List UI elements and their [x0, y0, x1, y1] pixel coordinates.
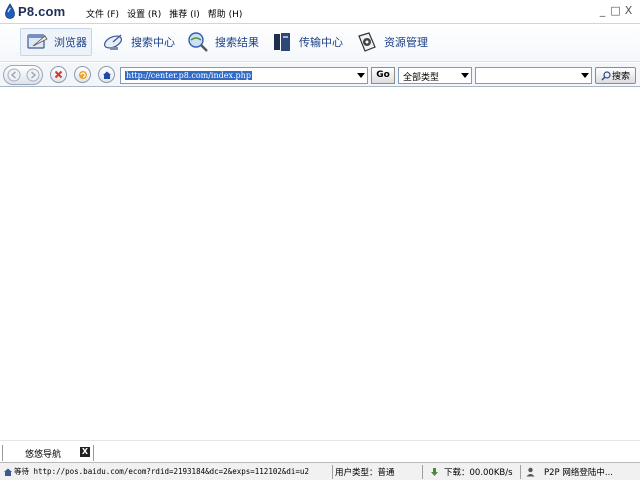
status-p2p: P2P 网络登陆中... — [544, 468, 613, 478]
page-tab[interactable]: 悠悠导航 X — [2, 445, 94, 461]
address-toolbar: http://center.p8.com/index.php Go 全部类型 搜… — [0, 63, 640, 87]
status-separator — [520, 465, 521, 479]
user-icon — [526, 467, 535, 477]
tab-search-results-label: 搜索结果 — [215, 36, 259, 49]
status-loading-text: 等待 http://pos.baidu.com/ecom?rdid=219318… — [14, 466, 330, 477]
tab-search-results[interactable]: 搜索结果 — [181, 28, 264, 56]
tab-resource-management-label: 资源管理 — [384, 36, 428, 49]
refresh-icon — [78, 70, 87, 79]
tab-transfer-center[interactable]: 传输中心 — [265, 28, 348, 56]
minimize-button[interactable]: _ — [597, 5, 608, 17]
app-logo-text: P8.com — [18, 3, 66, 19]
back-forward-group — [3, 65, 43, 85]
window-controls: _ □ X — [597, 5, 634, 17]
page-tab-strip: 悠悠导航 X — [0, 440, 640, 462]
page-tab-label: 悠悠导航 — [25, 449, 62, 460]
url-text: http://center.p8.com/index.php — [125, 71, 252, 80]
keyword-dropdown-arrow-icon — [581, 73, 589, 78]
tab-browser[interactable]: 浏览器 — [20, 28, 92, 56]
forward-arrow-icon[interactable] — [26, 68, 40, 82]
search-button[interactable]: 搜索 — [595, 67, 636, 84]
menu-recommend[interactable]: 推荐 (I) — [169, 7, 200, 20]
go-button[interactable]: Go — [371, 67, 395, 84]
search-button-label: 搜索 — [611, 72, 630, 82]
loading-globe-icon — [4, 468, 12, 476]
magnifier-globe-icon — [188, 32, 208, 52]
tab-browser-label: 浏览器 — [54, 36, 87, 49]
close-button[interactable]: X — [623, 5, 634, 17]
status-bar: 等待 http://pos.baidu.com/ecom?rdid=219318… — [0, 462, 640, 480]
download-arrow-icon — [431, 468, 438, 476]
stop-button[interactable] — [50, 66, 67, 83]
type-dropdown-arrow-icon — [461, 73, 469, 78]
back-arrow-icon[interactable] — [7, 68, 21, 82]
maximize-button[interactable]: □ — [610, 5, 621, 17]
url-dropdown-arrow-icon[interactable] — [357, 73, 365, 78]
nav-tab-bar: 浏览器 搜索中心 搜索结果 传输中心 资源管理 — [0, 24, 640, 62]
home-button[interactable] — [98, 66, 115, 83]
tab-resource-management[interactable]: 资源管理 — [350, 28, 433, 56]
page-tab-close-icon[interactable]: X — [80, 447, 90, 457]
url-input[interactable]: http://center.p8.com/index.php — [120, 67, 368, 84]
transfer-icon — [274, 33, 290, 51]
status-separator — [422, 465, 423, 479]
menu-help[interactable]: 帮助 (H) — [208, 7, 243, 20]
keyword-combo[interactable] — [475, 67, 592, 84]
title-bar: P8.com 文件 (F) 设置 (R) 推荐 (I) 帮助 (H) _ □ X — [0, 0, 640, 24]
browser-icon — [27, 34, 48, 49]
resource-film-icon — [358, 32, 376, 52]
type-select-value: 全部类型 — [403, 73, 440, 83]
status-loading-url: 等待 http://pos.baidu.com/ecom?rdid=219318… — [14, 467, 309, 476]
home-icon — [102, 71, 111, 79]
status-separator — [332, 465, 333, 479]
refresh-button[interactable] — [74, 66, 91, 83]
type-select[interactable]: 全部类型 — [398, 67, 472, 84]
p8-logo-icon — [5, 3, 15, 19]
satellite-dish-icon — [103, 34, 123, 50]
search-icon — [601, 70, 611, 80]
menu-settings[interactable]: 设置 (R) — [127, 7, 161, 20]
status-user-type: 用户类型：普通 — [335, 468, 395, 478]
menu-file[interactable]: 文件 (F) — [86, 7, 119, 20]
tab-search-center-label: 搜索中心 — [131, 36, 175, 49]
tab-search-center[interactable]: 搜索中心 — [97, 28, 180, 56]
status-download-speed: 下载：00.00KB/s — [444, 468, 513, 478]
stop-x-icon — [54, 70, 63, 79]
menu-bar: 文件 (F) 设置 (R) 推荐 (I) 帮助 (H) — [86, 7, 250, 20]
app-logo: P8.com — [4, 3, 65, 19]
browser-content-area[interactable] — [0, 88, 640, 440]
tab-transfer-center-label: 传输中心 — [299, 36, 343, 49]
